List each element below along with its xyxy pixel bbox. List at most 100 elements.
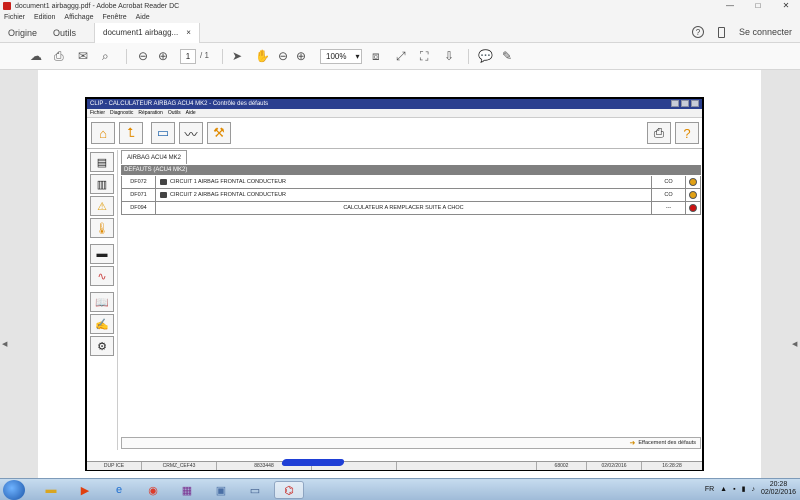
right-panel-toggle-icon[interactable]: ◀ [792,340,797,348]
menu-affichage[interactable]: Affichage [64,14,93,21]
start-button-icon[interactable] [3,480,25,500]
acrobat-toolbar: ☁ ⎙ ✉ ⌕ ⊖ ⊕ 1 / 1 ➤ ✋ ⊖ ⊕ 100% ▾ ⧈ ⤢ ⛶ ⇩… [0,43,800,70]
thermometer-icon: 🌡 [90,218,114,238]
toolbar-separator [222,49,223,64]
home-icon: ⌂ [91,122,115,144]
status-dot-icon [689,191,697,199]
zoom-select[interactable]: 100% ▾ [320,49,362,64]
winrar-taskbar-icon[interactable]: ▦ [172,481,202,499]
select-pointer-icon[interactable]: ➤ [232,49,242,63]
minimize-button[interactable]: — [720,1,740,10]
clock[interactable]: 20:28 02/02/2016 [761,481,796,497]
page-number-input[interactable]: 1 [180,49,196,64]
window-controls: — □ ✕ [720,1,796,10]
zoom-in-icon[interactable]: ⊕ [296,49,306,63]
printer-icon: ⎙ [647,122,671,144]
fault-description-cell: CIRCUIT 1 AIRBAG FRONTAL CONDUCTEUR [156,176,652,188]
media-player-taskbar-icon[interactable]: ▶ [70,481,100,499]
language-indicator[interactable]: FR [705,486,714,493]
lock-icon [160,179,167,185]
previous-page-icon[interactable]: ⊖ [138,49,148,63]
next-page-icon[interactable]: ⊕ [158,49,168,63]
fit-page-icon[interactable]: ⧈ [372,49,380,63]
tray-app-icon[interactable]: ▪ [733,486,735,493]
hand-tool-icon[interactable]: ✋ [255,49,270,63]
embedded-app-sidebar: ▤ ▥ ⚠ 🌡 ▬ ∿ 📖 ✍ ⚙ [87,150,118,450]
status-cell: 02/02/2016 [587,462,642,470]
left-panel-toggle-icon[interactable]: ◀ [2,340,7,348]
status-cell: 68002 [537,462,587,470]
menu-aide[interactable]: Aide [136,14,150,21]
acrobat-taskbar-icon[interactable]: ⌬ [274,481,304,499]
menu-edition[interactable]: Edition [34,14,55,21]
clock-date: 02/02/2016 [760,489,796,496]
tab-origine[interactable]: Origine [0,28,45,38]
document-tab[interactable]: document1 airbagg... × [94,22,200,43]
erase-faults-strip: ➜ Effacement des défauts [121,437,701,449]
fault-indicator-cell [686,176,700,188]
fault-indicator-cell [686,202,700,214]
sign-pen-icon[interactable]: ✎ [502,49,512,63]
windows-taskbar: ▬ ▶ e ◉ ▦ ▣ ▭ ⌬ FR ▲ ▪ ▮ ♪ 20:28 02/02/2… [0,478,800,500]
tab-outils[interactable]: Outils [45,28,84,38]
explorer-taskbar-icon[interactable]: ▬ [36,481,66,499]
mobile-link-icon[interactable] [717,26,725,38]
upload-cloud-icon[interactable]: ☁ [30,49,42,63]
full-screen-icon[interactable]: ⛶ [420,49,428,63]
fault-description: CALCULATEUR A REMPLACER SUITE A CHOC [343,205,464,211]
comment-icon[interactable]: 💬 [478,49,493,63]
fault-section-header: DEFAUTS (ACU4 MK2) [121,165,701,175]
embedded-app-menu: Fichier Diagnostic Réparation Outils Aid… [87,109,702,118]
tools-icon: ⚒ [207,122,231,144]
fault-description: CIRCUIT 2 AIRBAG FRONTAL CONDUCTEUR [170,192,287,198]
maximize-button[interactable]: □ [748,1,768,10]
toolbar-separator [126,49,127,64]
measures-icon: ▭ [151,122,175,144]
fault-description-cell: CALCULATEUR A REMPLACER SUITE A CHOC [156,202,652,214]
nav-bar: Origine Outils document1 airbagg... × ? … [0,22,800,43]
email-icon[interactable]: ✉ [78,49,88,63]
warning-icon: ⚠ [90,196,114,216]
fault-status: CO [652,176,686,188]
status-dot-icon [689,178,697,186]
zoom-out-icon[interactable]: ⊖ [278,49,288,63]
document-tab-close-icon[interactable]: × [186,28,191,37]
search-icon[interactable]: ⌕ [102,49,109,63]
scroll-mode-icon[interactable]: ⇩ [444,49,454,63]
toolbar-separator [468,49,469,64]
embedded-window-controls [671,100,699,107]
embedded-status-bar: DUP ICE CRMZ_CEF43 8833448 68002 02/02/2… [87,461,702,470]
network-icon[interactable]: ▮ [742,485,746,493]
help-icon[interactable]: ? [691,26,704,38]
nav-right: ? Se connecter [691,26,792,38]
gear-head-icon: ⚙ [90,336,114,356]
ecu-tab: AIRBAG ACU4 MK2 [121,150,188,164]
menu-fichier[interactable]: Fichier [4,14,25,21]
signin-link[interactable]: Se connecter [739,27,792,37]
clock-time: 20:28 [769,481,788,488]
tray-arrow-icon[interactable]: ▲ [720,486,727,493]
fault-code: DF071 [122,189,156,201]
embedded-app-toolbar: ⌂ ⮤ ▭ 〰 ⚒ ⎙ ? [87,119,702,149]
menu-fenetre[interactable]: Fenêtre [102,14,126,21]
status-dot-icon [689,204,697,212]
redaction-scribble [281,459,345,466]
ie-taskbar-icon[interactable]: e [104,481,134,499]
document-config-icon: ▤ [90,152,114,172]
embedded-app-main: AIRBAG ACU4 MK2 DEFAUTS (ACU4 MK2) DF072… [121,150,701,450]
window-taskbar-icon[interactable]: ▭ [240,481,270,499]
chrome-taskbar-icon[interactable]: ◉ [138,481,168,499]
volume-icon[interactable]: ♪ [751,486,755,493]
barcode-icon: ▥ [90,174,114,194]
erase-faults-icon: ➜ [629,440,636,447]
help-icon: ? [675,122,699,144]
close-button[interactable]: ✕ [776,1,796,10]
erase-faults-label: Effacement des défauts [638,440,696,446]
lock-icon [160,192,167,198]
embedded-diagnostic-screenshot: CLIP - CALCULATEUR AIRBAG ACU4 MK2 - Con… [85,97,704,471]
network-app-taskbar-icon[interactable]: ▣ [206,481,236,499]
fit-width-icon[interactable]: ⤢ [396,49,406,63]
fault-description-cell: CIRCUIT 2 AIRBAG FRONTAL CONDUCTEUR [156,189,652,201]
embedded-menu-item: Diagnostic [110,110,134,116]
print-icon[interactable]: ⎙ [54,49,64,63]
